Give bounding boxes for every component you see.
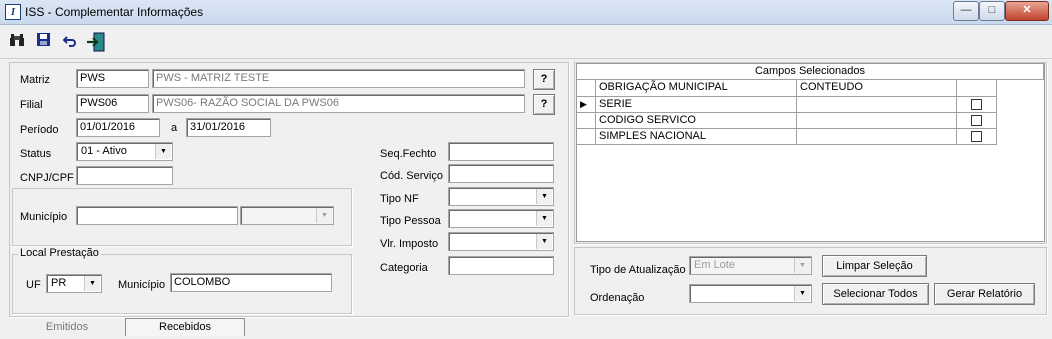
minimize-button[interactable]: — — [953, 1, 979, 21]
table-row-obrigacao[interactable]: SIMPLES NACIONAL — [596, 129, 797, 145]
seq-fechto-label: Seq.Fechto — [380, 148, 437, 160]
table-row-obrigacao[interactable]: CODIGO SERVICO — [596, 113, 797, 129]
table-row-conteudo[interactable] — [797, 113, 957, 129]
selecionar-todos-button[interactable]: Selecionar Todos — [822, 283, 929, 305]
uf-select[interactable]: PR ▼ — [46, 274, 102, 293]
tipo-pessoa-select[interactable]: ▼ — [448, 209, 554, 228]
chevron-down-icon: ▼ — [794, 286, 810, 301]
uf-value: PR — [51, 277, 67, 289]
local-prestacao-title: Local Prestação — [18, 247, 101, 259]
tipo-atualizacao-label: Tipo de Atualização — [590, 264, 686, 276]
status-label: Status — [20, 148, 52, 160]
campos-grid: Campos Selecionados OBRIGAÇÃO MUNICIPAL … — [576, 63, 1045, 242]
filial-lookup-button[interactable]: ? — [533, 94, 555, 115]
municipio-uf-select: ▼ — [240, 206, 334, 225]
table-row-check-cell — [957, 113, 997, 129]
save-icon[interactable] — [33, 32, 53, 52]
row-checkbox[interactable] — [971, 99, 982, 110]
app-icon: I — [5, 4, 21, 20]
tipo-nf-label: Tipo NF — [380, 193, 419, 205]
table-row-conteudo[interactable] — [797, 129, 957, 145]
table-row-check-cell — [957, 97, 997, 113]
toolbar-separator — [0, 58, 1052, 59]
tab-recebidos[interactable]: Recebidos — [125, 318, 245, 336]
table-row-obrigacao[interactable]: SERIE — [596, 97, 797, 113]
matriz-label: Matriz — [20, 74, 50, 86]
matriz-lookup-button[interactable]: ? — [533, 69, 555, 90]
grid-header-check[interactable] — [957, 80, 997, 97]
local-municipio-input[interactable]: COLOMBO — [170, 273, 332, 292]
vlr-imposto-select[interactable]: ▼ — [448, 232, 554, 251]
periodo-label: Período — [20, 124, 59, 136]
tipo-atualizacao-value: Em Lote — [694, 259, 735, 271]
periodo-end-input[interactable]: 31/01/2016 — [186, 118, 271, 137]
ordenacao-select[interactable]: ▼ — [689, 284, 812, 303]
ordenacao-label: Ordenação — [590, 292, 645, 304]
limpar-selecao-button[interactable]: Limpar Seleção — [822, 255, 927, 277]
exit-icon[interactable] — [86, 32, 106, 52]
matriz-code-input[interactable]: PWS — [76, 69, 149, 88]
maximize-button[interactable]: □ — [979, 1, 1005, 21]
tipo-nf-select[interactable]: ▼ — [448, 187, 554, 206]
uf-label: UF — [26, 279, 41, 291]
cnpj-input[interactable] — [76, 166, 173, 185]
cnpj-label: CNPJ/CPF — [20, 172, 74, 184]
tab-emitidos[interactable]: Emitidos — [10, 319, 124, 337]
chevron-down-icon: ▼ — [84, 276, 100, 291]
undo-icon[interactable] — [60, 32, 80, 52]
row-checkbox[interactable] — [971, 131, 982, 142]
municipio-label: Município — [20, 211, 68, 223]
grid-header-obrigacao[interactable]: OBRIGAÇÃO MUNICIPAL — [596, 80, 797, 97]
periodo-separator: a — [171, 122, 178, 134]
gerar-relatorio-button[interactable]: Gerar Relatório — [934, 283, 1035, 305]
cod-servico-input[interactable] — [448, 164, 554, 183]
grid-title: Campos Selecionados — [577, 64, 1044, 80]
status-select[interactable]: 01 - Ativo ▼ — [76, 142, 173, 161]
chevron-down-icon: ▼ — [155, 144, 171, 159]
title-bar: I ISS - Complementar Informações — □ ✕ — [0, 0, 1052, 25]
filial-name-field: PWS06- RAZÃO SOCIAL DA PWS06 — [152, 94, 525, 113]
chevron-down-icon: ▼ — [316, 208, 332, 223]
periodo-start-input[interactable]: 01/01/2016 — [76, 118, 160, 137]
cod-servico-label: Cód. Serviço — [380, 170, 443, 182]
municipio-input[interactable] — [76, 206, 238, 225]
close-button[interactable]: ✕ — [1005, 1, 1049, 21]
categoria-label: Categoria — [380, 262, 428, 274]
table-row-check-cell — [957, 129, 997, 145]
row-checkbox[interactable] — [971, 115, 982, 126]
row-indicator-icon — [577, 113, 596, 129]
local-municipio-label: Município — [118, 279, 166, 291]
filial-label: Filial — [20, 99, 43, 111]
window-title: ISS - Complementar Informações — [25, 5, 204, 19]
row-indicator-icon — [577, 129, 596, 145]
filial-code-input[interactable]: PWS06 — [76, 94, 149, 113]
seq-fechto-input[interactable] — [448, 142, 554, 161]
vlr-imposto-label: Vlr. Imposto — [380, 238, 439, 250]
chevron-down-icon: ▼ — [794, 258, 810, 273]
tipo-atualizacao-select: Em Lote ▼ — [689, 256, 812, 275]
status-value: 01 - Ativo — [81, 145, 127, 157]
grid-indicator-header — [577, 80, 596, 97]
grid-header-conteudo[interactable]: CONTEUDO — [797, 80, 957, 97]
categoria-input[interactable] — [448, 256, 554, 275]
chevron-down-icon: ▼ — [536, 189, 552, 204]
chevron-down-icon: ▼ — [536, 234, 552, 249]
binoculars-icon[interactable] — [7, 32, 27, 52]
tipo-pessoa-label: Tipo Pessoa — [380, 215, 441, 227]
row-indicator-icon: ▶ — [577, 97, 596, 113]
chevron-down-icon: ▼ — [536, 211, 552, 226]
table-row-conteudo[interactable] — [797, 97, 957, 113]
matriz-name-field: PWS - MATRIZ TESTE — [152, 69, 525, 88]
